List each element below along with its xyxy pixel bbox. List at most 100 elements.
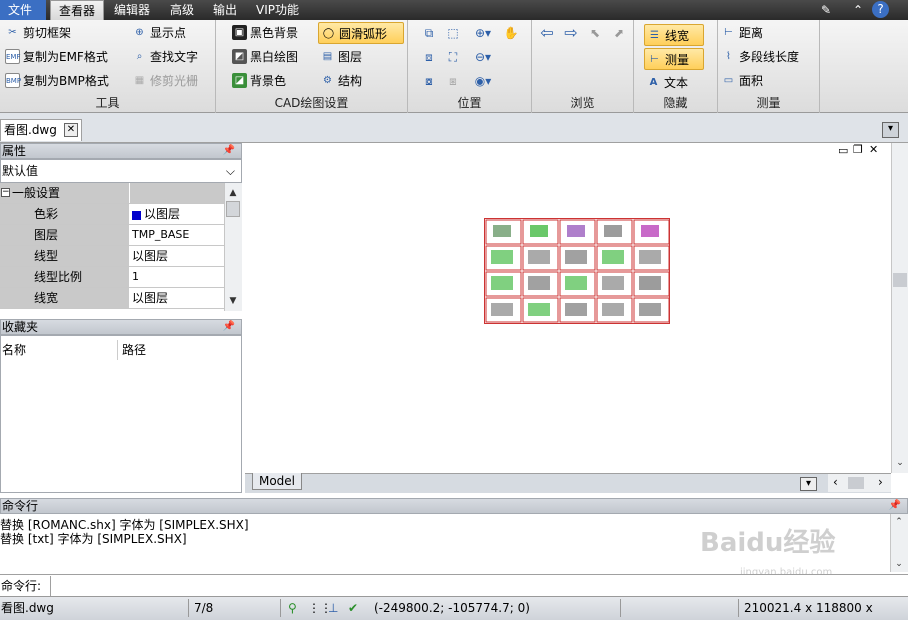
model-tab[interactable]: Model (252, 473, 302, 490)
structure-button[interactable]: ⚙ 结构 (318, 70, 362, 92)
scroll-up-icon[interactable]: ▲ (225, 185, 241, 201)
menu-editor[interactable]: 编辑器 (106, 0, 158, 20)
area-button[interactable]: ▭ 面积 (719, 70, 763, 92)
col-header-path[interactable]: 路径 (122, 340, 222, 360)
ribbon: ✂ 剪切框架 EMF 复制为EMF格式 BMP 复制为BMP格式 ⊕ 显示点 ⌕ 查找文字… (0, 20, 908, 113)
page-prev-icon[interactable]: ⬉ (586, 24, 604, 42)
snap-icon[interactable]: ⚲ (288, 598, 297, 618)
document-tab-strip (0, 113, 908, 143)
scroll-down-icon[interactable]: ⌄ (891, 556, 907, 572)
zoom-in-icon[interactable]: ⊕▾ (470, 24, 496, 42)
prop-value: 以图层 (144, 207, 181, 221)
zoom-out-icon[interactable]: ⊖▾ (470, 48, 496, 66)
scroll-thumb[interactable] (226, 201, 240, 217)
prop-key: 线宽 (0, 288, 129, 308)
tab-list-dropdown-icon[interactable]: ▾ (882, 122, 899, 138)
scroll-right-icon[interactable]: › (878, 475, 883, 489)
copy-bmp-button[interactable]: BMP 复制为BMP格式 (3, 70, 109, 92)
scroll-down-icon[interactable]: ▼ (225, 293, 241, 309)
group-hide-label: 隐藏 (663, 96, 688, 110)
hscroll-thumb[interactable] (848, 477, 864, 489)
pan-hand-icon[interactable]: ✋ (502, 24, 520, 42)
prop-row-linetype-scale[interactable]: 线型比例 1 (0, 267, 224, 288)
menu-advanced[interactable]: 高级 (162, 0, 202, 20)
menu-vip[interactable]: VIP功能 (248, 0, 307, 20)
command-title: 命令行 (2, 499, 39, 513)
properties-combo[interactable]: 默认值 ⌵ (0, 159, 242, 183)
distance-icon: ⊢ (724, 27, 733, 38)
zoom-extents-icon[interactable]: ⧈ (420, 48, 438, 66)
drawing-vscrollbar[interactable]: ⌄ (891, 143, 908, 473)
menu-viewer[interactable]: 查看器 (50, 0, 105, 20)
document-tab[interactable]: 看图.dwg ✕ (0, 119, 82, 141)
osnap-icon[interactable]: ✔ (348, 598, 358, 618)
layers-button[interactable]: ▤ 图层 (318, 46, 362, 68)
scroll-up-icon[interactable]: ⌃ (891, 514, 907, 530)
area-icon: ▭ (723, 75, 734, 86)
zoom-window-icon[interactable]: ⧉ (420, 24, 438, 42)
command-scrollbar[interactable]: ⌃ ⌄ (890, 514, 908, 572)
section-general-label: − 一般设置 (0, 183, 129, 203)
close-drawing-icon[interactable]: ✕ (869, 143, 878, 156)
point-icon: ⊕ (135, 27, 144, 38)
help-icon[interactable]: ? (872, 1, 889, 18)
menu-output[interactable]: 输出 (205, 0, 245, 20)
collapse-ribbon-icon[interactable]: ⌃ (850, 2, 866, 18)
distance-button[interactable]: ⊢ 距离 (719, 22, 763, 44)
group-browse: ⇦ ⇨ ⬉ ⬈ 浏览 (532, 20, 634, 113)
prop-row-lineweight[interactable]: 线宽 以图层 (0, 288, 224, 309)
background-color-button[interactable]: ◪ 背景色 (230, 70, 286, 92)
collapse-icon[interactable]: − (1, 188, 10, 197)
polyline-length-button[interactable]: ⌇ 多段线长度 (719, 46, 799, 68)
zoom-prev-icon[interactable]: ⧇ (420, 72, 438, 90)
crop-frame-button[interactable]: ✂ 剪切框架 (3, 22, 71, 44)
drawing-hscrollbar[interactable]: ‹ › (828, 474, 891, 492)
command-input[interactable] (50, 576, 908, 596)
vscroll-thumb[interactable] (893, 273, 907, 287)
back-arrow-icon[interactable]: ⇦ (538, 24, 556, 42)
measure-toggle[interactable]: ⊢ 测量 (644, 48, 704, 70)
lineweight-toggle[interactable]: ☰ 线宽 (644, 24, 704, 46)
bw-drawing-button[interactable]: ◩ 黑白绘图 (230, 46, 298, 68)
menu-file[interactable]: 文件 (0, 0, 46, 20)
pen-icon[interactable]: ✎ (818, 2, 834, 18)
scroll-down-icon[interactable]: ⌄ (892, 455, 908, 471)
forward-arrow-icon[interactable]: ⇨ (562, 24, 580, 42)
pin-icon[interactable]: 📌 (223, 144, 235, 158)
watermark-logo: Baidu经验 (700, 528, 836, 558)
restore-drawing-icon[interactable]: ❐ (853, 143, 863, 156)
arc-icon: ◯ (322, 28, 335, 39)
drawing-canvas[interactable]: ▭ ❐ ✕ (245, 143, 891, 473)
find-text-button[interactable]: ⌕ 查找文字 (130, 46, 198, 68)
section-general[interactable]: − 一般设置 (0, 183, 224, 204)
text-toggle[interactable]: A 文本 (644, 72, 688, 94)
orbit-icon[interactable]: ◉▾ (470, 72, 496, 90)
black-background-button[interactable]: ▣ 黑色背景 (230, 22, 298, 44)
fit-icon[interactable]: ⛶ (444, 48, 462, 66)
layouts-dropdown-icon[interactable]: ▾ (800, 477, 817, 491)
zoom-select-icon[interactable]: ⬚ (444, 24, 462, 42)
show-points-button[interactable]: ⊕ 显示点 (130, 22, 186, 44)
scroll-left-icon[interactable]: ‹ (833, 475, 838, 489)
close-tab-icon[interactable]: ✕ (64, 123, 78, 137)
trim-raster-button[interactable]: ▦ 修剪光栅 (130, 70, 198, 92)
prop-row-color[interactable]: 色彩 以图层 (0, 204, 224, 225)
zoom-disabled-icon[interactable]: ⧆ (444, 72, 462, 90)
black-bg-icon: ▣ (232, 25, 247, 40)
property-scrollbar[interactable]: ▲ ▼ (224, 183, 242, 311)
bw-icon: ◩ (232, 49, 247, 64)
command-header: 命令行 📌 (0, 498, 908, 514)
page-next-icon[interactable]: ⬈ (610, 24, 628, 42)
prop-row-layer[interactable]: 图层 TMP_BASE (0, 225, 224, 246)
minimize-drawing-icon[interactable]: ▭ (838, 144, 848, 157)
col-header-name[interactable]: 名称 (1, 340, 117, 360)
copy-emf-button[interactable]: EMF 复制为EMF格式 (3, 46, 108, 68)
prop-value: 以图层 (132, 291, 169, 305)
pin-icon[interactable]: 📌 (889, 499, 901, 513)
prop-row-linetype[interactable]: 线型 以图层 (0, 246, 224, 267)
ortho-icon[interactable]: ⊥ (328, 598, 338, 618)
layers-icon: ▤ (322, 51, 333, 62)
smooth-arc-button[interactable]: ◯ 圆滑弧形 (318, 22, 404, 44)
pin-icon[interactable]: 📌 (223, 320, 235, 334)
lineweight-icon: ☰ (650, 30, 659, 41)
